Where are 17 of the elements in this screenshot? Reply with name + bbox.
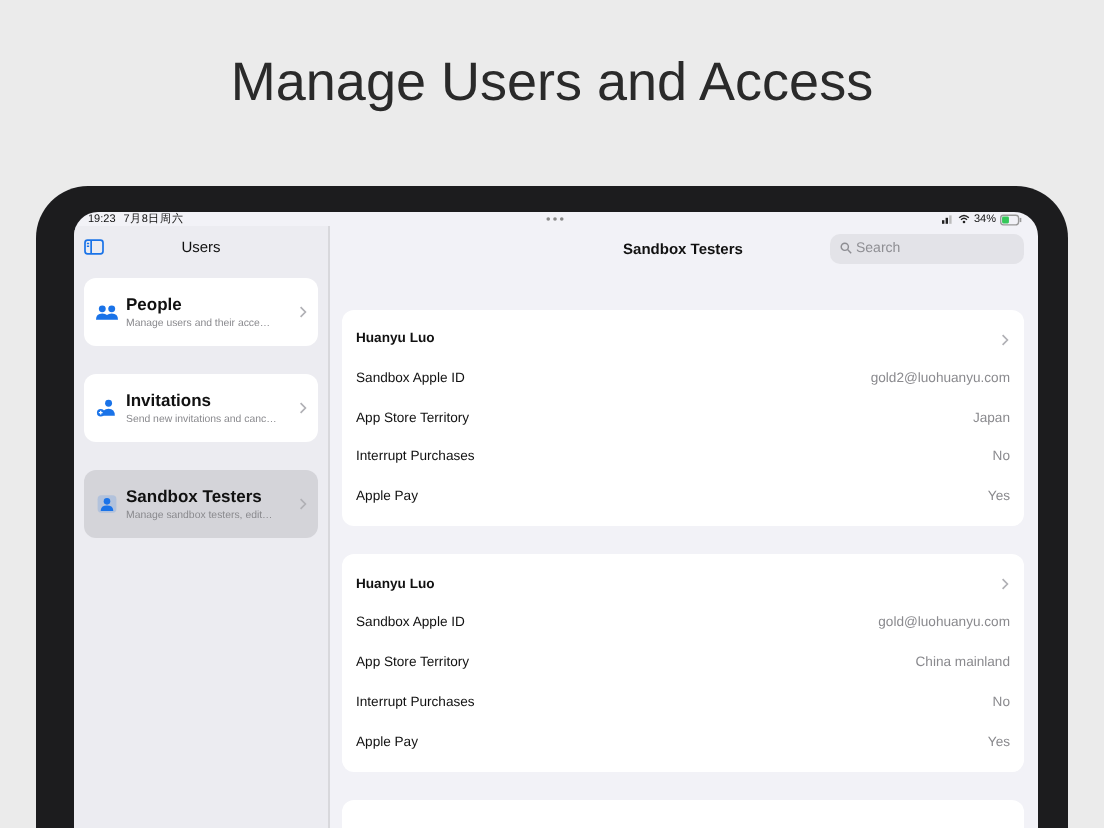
- item-title: People: [126, 294, 184, 314]
- sidebar-toggle-icon[interactable]: [84, 237, 104, 255]
- chevron-icon: [1000, 578, 1010, 591]
- chevron-icon: [1000, 333, 1010, 346]
- people-plus-icon: [96, 398, 118, 418]
- item-title: Sandbox Testers: [126, 486, 264, 506]
- people-icon: [96, 302, 118, 322]
- chevron-icon: [298, 402, 308, 414]
- person-icon: [96, 494, 118, 514]
- signal-icon: [941, 214, 954, 224]
- wifi-icon: [957, 214, 970, 224]
- item-title: Invitations: [126, 390, 214, 410]
- headline: Manage Users and Access: [228, 50, 876, 116]
- chevron-icon: [298, 306, 308, 318]
- battery-icon: [1000, 213, 1022, 225]
- chevron-icon: [298, 498, 308, 510]
- more-dots-icon: [546, 216, 564, 222]
